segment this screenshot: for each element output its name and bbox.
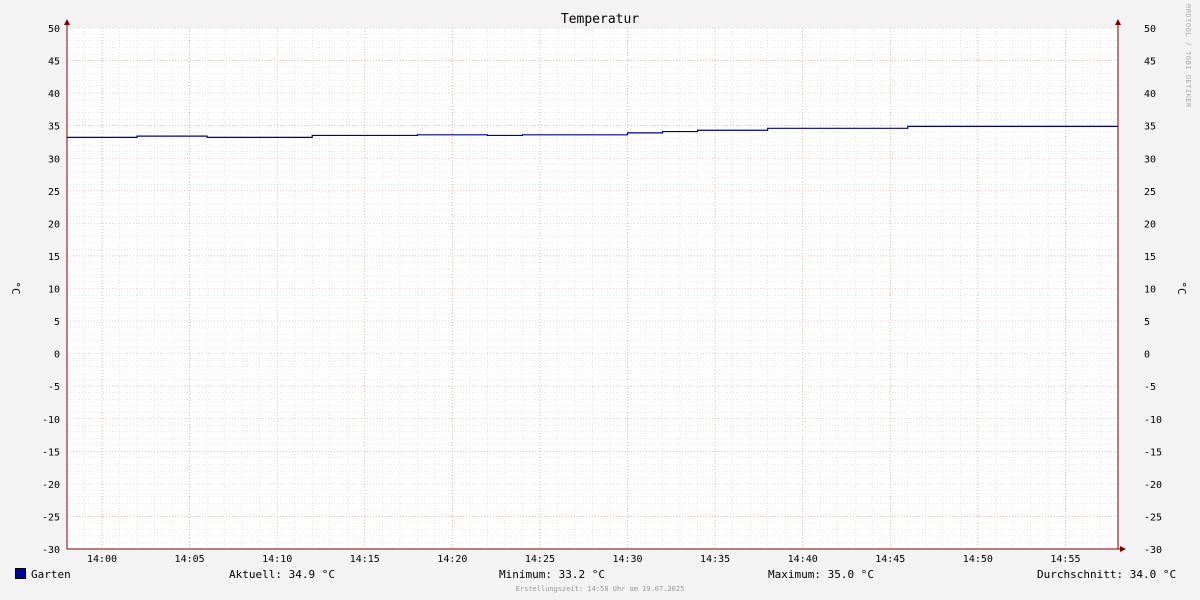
chart-canvas: 50 50 45 45 40 40 35 35 30 30 25 25 20 20 15 15 10 10 5 5 0 0… xyxy=(0,0,1200,600)
y-tick-label-right: -25 xyxy=(1144,512,1162,523)
temperature-chart: 50 5045 4540 4035 3530 3025 2520 2015 1510 105 50 0… xyxy=(9,12,1188,565)
x-tick-label: 14:00 xyxy=(87,554,117,565)
y-tick-label-right: 10 xyxy=(1144,285,1156,296)
legend-series-name: Garten xyxy=(31,568,71,581)
y-tick-label-right: -30 xyxy=(1144,545,1162,556)
y-tick-label-left: -15 xyxy=(42,447,60,458)
y-tick-label-right: -5 xyxy=(1144,382,1156,393)
y-tick-label-right: -20 xyxy=(1144,480,1162,491)
x-tick-label: 14:45 xyxy=(875,554,905,565)
x-axis-arrow xyxy=(1120,546,1126,552)
legend-series: Garten xyxy=(15,568,71,581)
x-tick-label: 14:50 xyxy=(963,554,993,565)
y-axis-label-right: °C xyxy=(1175,281,1188,294)
y-axis-label-left: °C xyxy=(9,281,22,294)
y-tick-label-right: 25 xyxy=(1144,187,1156,198)
y-tick-label-right: -10 xyxy=(1144,415,1162,426)
x-tick-label: 14:20 xyxy=(437,554,467,565)
y-tick-label-right: 15 xyxy=(1144,252,1156,263)
y-tick-label-right: 20 xyxy=(1144,219,1156,230)
legend-average: Durchschnitt: 34.0 °C xyxy=(1037,568,1177,581)
x-tick-label: 14:55 xyxy=(1050,554,1080,565)
y-tick-label-right: 50 xyxy=(1144,24,1156,35)
y-tick-label-left: 45 xyxy=(48,57,60,68)
y-tick-label-right: 5 xyxy=(1144,317,1150,328)
x-tick-label: 14:05 xyxy=(175,554,205,565)
y-tick-label-left: 35 xyxy=(48,122,60,133)
y-tick-label-left: 5 xyxy=(54,317,60,328)
y-tick-label-right: 45 xyxy=(1144,57,1156,68)
x-tick-label: 14:25 xyxy=(525,554,555,565)
x-tick-label: 14:15 xyxy=(350,554,380,565)
y-tick-label-left: -5 xyxy=(48,382,60,393)
y-tick-label-left: 30 xyxy=(48,154,60,165)
legend-current: Aktuell: 34.9 °C xyxy=(229,568,335,581)
watermark: RRDTOOL / TOBI OETIKER xyxy=(1184,4,1192,108)
y-tick-label-left: -25 xyxy=(42,512,60,523)
y-tick-label-left: 25 xyxy=(48,187,60,198)
y-tick-label-left: -20 xyxy=(42,480,60,491)
legend-swatch xyxy=(15,568,26,579)
y-tick-label-left: 40 xyxy=(48,89,60,100)
y-tick-label-left: 50 xyxy=(48,24,60,35)
y-tick-label-left: -30 xyxy=(42,545,60,556)
y-tick-label-right: 0 xyxy=(1144,350,1150,361)
y-tick-label-right: 35 xyxy=(1144,122,1156,133)
y-axis-arrow-left xyxy=(64,19,70,25)
y-tick-label-left: -10 xyxy=(42,415,60,426)
x-tick-label: 14:40 xyxy=(788,554,818,565)
y-tick-label-left: 15 xyxy=(48,252,60,263)
y-axis-arrow-right xyxy=(1115,19,1121,25)
x-tick-label: 14:10 xyxy=(262,554,292,565)
y-tick-label-right: -15 xyxy=(1144,447,1162,458)
footer-timestamp: Erstellungszeit: 14:58 Uhr am 19.07.2025 xyxy=(515,585,685,593)
x-tick-label: 14:30 xyxy=(612,554,642,565)
legend-minimum: Minimum: 33.2 °C xyxy=(499,568,605,581)
y-tick-label-left: 10 xyxy=(48,285,60,296)
x-tick-label: 14:35 xyxy=(700,554,730,565)
y-tick-label-left: 20 xyxy=(48,219,60,230)
y-tick-label-right: 30 xyxy=(1144,154,1156,165)
y-tick-label-left: 0 xyxy=(54,350,60,361)
y-tick-label-right: 40 xyxy=(1144,89,1156,100)
legend-maximum: Maximum: 35.0 °C xyxy=(768,568,874,581)
chart-title: Temperatur xyxy=(561,12,639,27)
